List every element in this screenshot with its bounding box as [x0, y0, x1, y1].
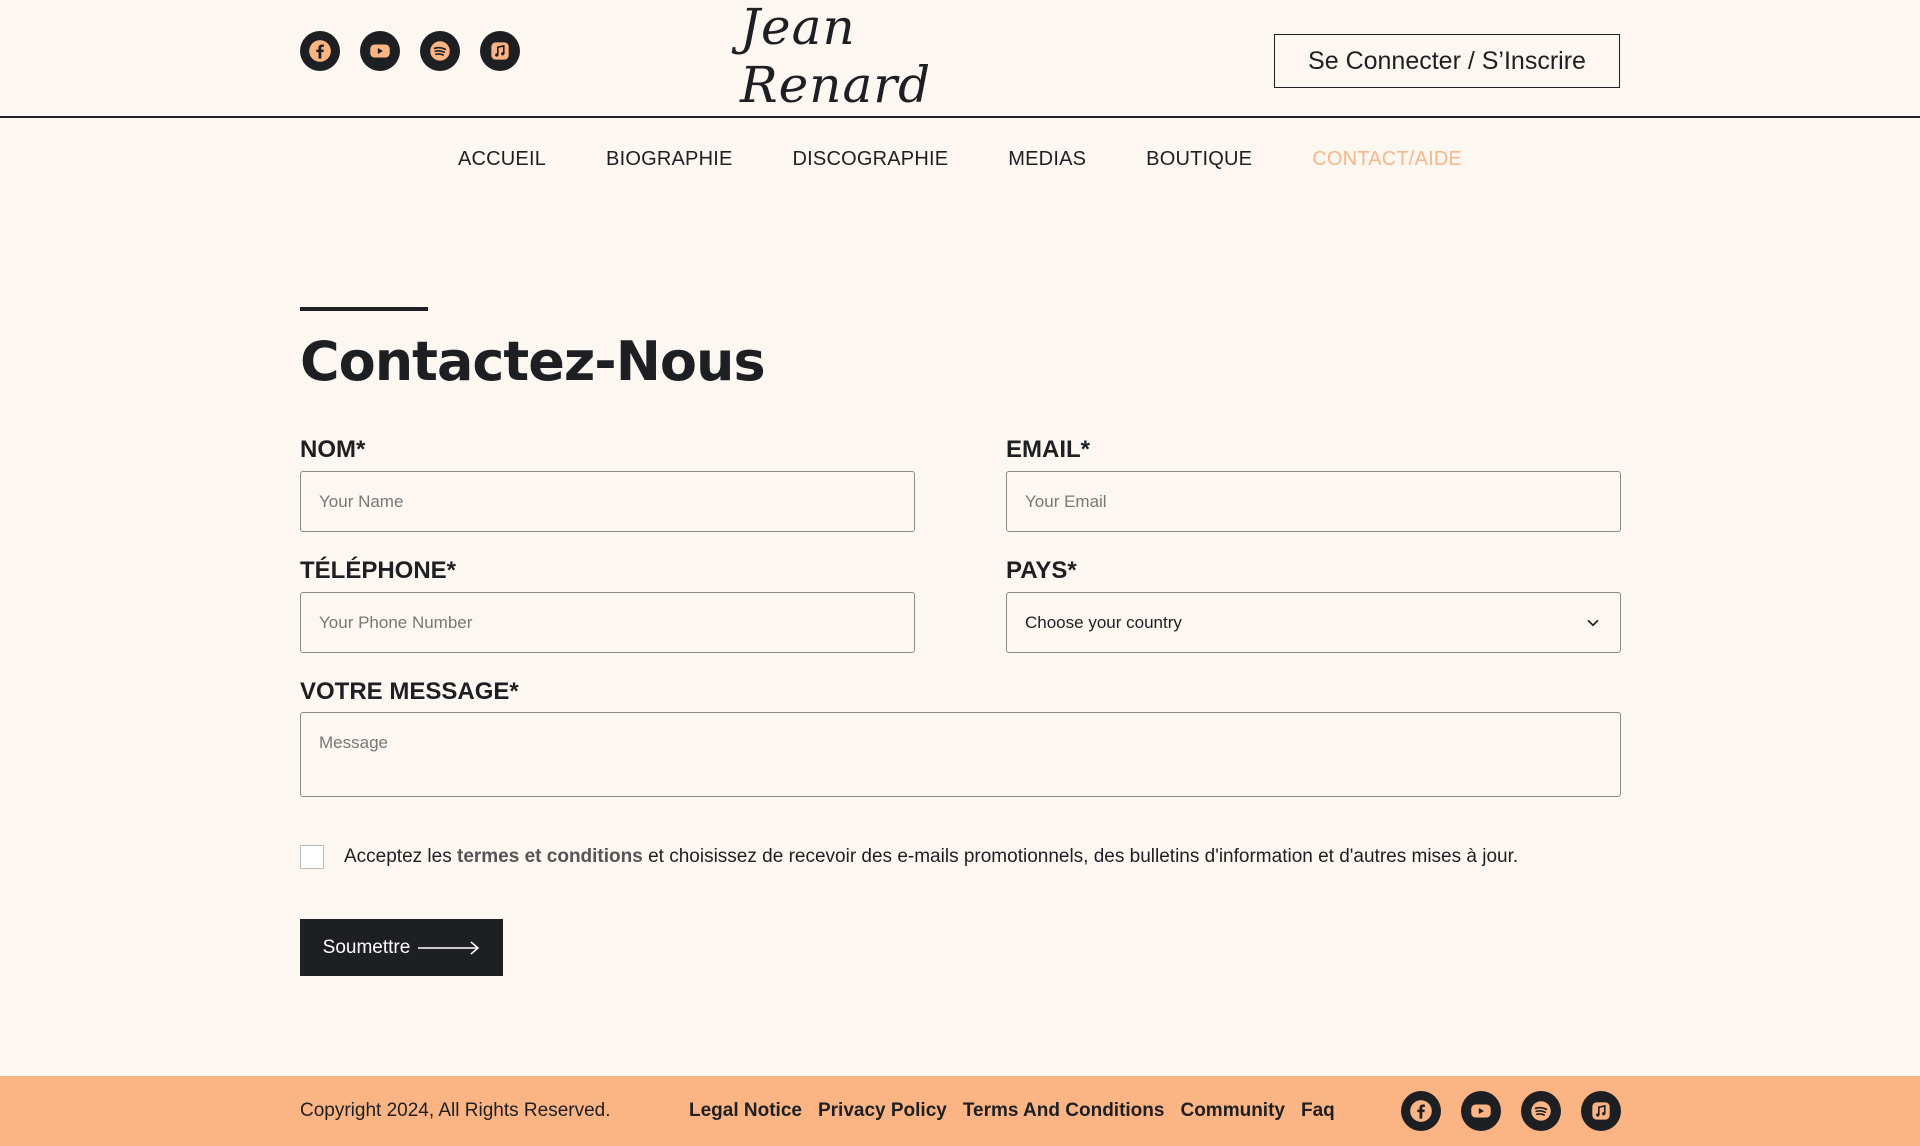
copyright-text: Copyright 2024, All Rights Reserved.	[300, 1100, 611, 1121]
youtube-icon[interactable]	[360, 31, 400, 71]
page-title: Contactez-Nous	[300, 330, 766, 393]
consent-checkbox[interactable]	[300, 845, 324, 869]
chevron-down-icon	[1587, 619, 1599, 626]
country-select-value: Choose your country	[1025, 612, 1182, 632]
apple-music-icon[interactable]	[1581, 1091, 1621, 1131]
message-label: VOTRE MESSAGE*	[300, 678, 519, 705]
footer-link-privacy-policy[interactable]: Privacy Policy	[818, 1100, 947, 1122]
arrow-right-icon	[418, 940, 480, 955]
name-label: NOM*	[300, 436, 366, 463]
nav-item-accueil[interactable]: ACCUEIL	[458, 148, 546, 171]
facebook-icon[interactable]	[300, 31, 340, 71]
footer-links: Legal Notice Privacy Policy Terms And Co…	[689, 1100, 1335, 1122]
email-input[interactable]	[1006, 471, 1621, 532]
site-logo[interactable]: Jean Renard	[740, 0, 1040, 114]
nav-item-discographie[interactable]: DISCOGRAPHIE	[793, 148, 949, 171]
footer-link-faq[interactable]: Faq	[1301, 1100, 1335, 1122]
spotify-icon[interactable]	[1521, 1091, 1561, 1131]
footer-link-community[interactable]: Community	[1180, 1100, 1285, 1122]
message-textarea[interactable]	[300, 712, 1621, 797]
consent-prefix: Acceptez les	[344, 846, 457, 867]
consent-suffix: et choisissez de recevoir des e-mails pr…	[642, 846, 1519, 867]
nav-item-boutique[interactable]: BOUTIQUE	[1146, 148, 1252, 171]
name-input[interactable]	[300, 471, 915, 532]
footer-link-terms[interactable]: Terms And Conditions	[963, 1100, 1165, 1122]
country-label: PAYS*	[1006, 557, 1077, 584]
site-footer: Copyright 2024, All Rights Reserved. Leg…	[0, 1076, 1920, 1146]
country-select[interactable]: Choose your country	[1006, 592, 1621, 653]
nav-item-medias[interactable]: MEDIAS	[1008, 148, 1086, 171]
nav-item-biographie[interactable]: BIOGRAPHIE	[606, 148, 732, 171]
consent-row: Acceptez les termes et conditions et cho…	[300, 845, 1518, 869]
login-signup-button[interactable]: Se Connecter / S’Inscrire	[1274, 34, 1620, 88]
submit-label: Soumettre	[322, 936, 411, 958]
terms-link[interactable]: termes et conditions	[457, 846, 643, 867]
nav-item-contact-aide[interactable]: CONTACT/AIDE	[1312, 148, 1462, 171]
social-links-top	[300, 31, 520, 71]
main-nav: ACCUEIL BIOGRAPHIE DISCOGRAPHIE MEDIAS B…	[0, 148, 1920, 171]
submit-button[interactable]: Soumettre	[300, 919, 503, 976]
footer-link-legal-notice[interactable]: Legal Notice	[689, 1100, 802, 1122]
email-label: EMAIL*	[1006, 436, 1090, 463]
phone-input[interactable]	[300, 592, 915, 653]
phone-label: TÉLÉPHONE*	[300, 557, 457, 584]
consent-text: Acceptez les termes et conditions et cho…	[344, 846, 1518, 868]
social-links-bottom	[1401, 1091, 1621, 1131]
site-header: Jean Renard Se Connecter / S’Inscrire	[0, 0, 1920, 118]
apple-music-icon[interactable]	[480, 31, 520, 71]
youtube-icon[interactable]	[1461, 1091, 1501, 1131]
spotify-icon[interactable]	[420, 31, 460, 71]
facebook-icon[interactable]	[1401, 1091, 1441, 1131]
title-accent-bar	[300, 307, 428, 311]
